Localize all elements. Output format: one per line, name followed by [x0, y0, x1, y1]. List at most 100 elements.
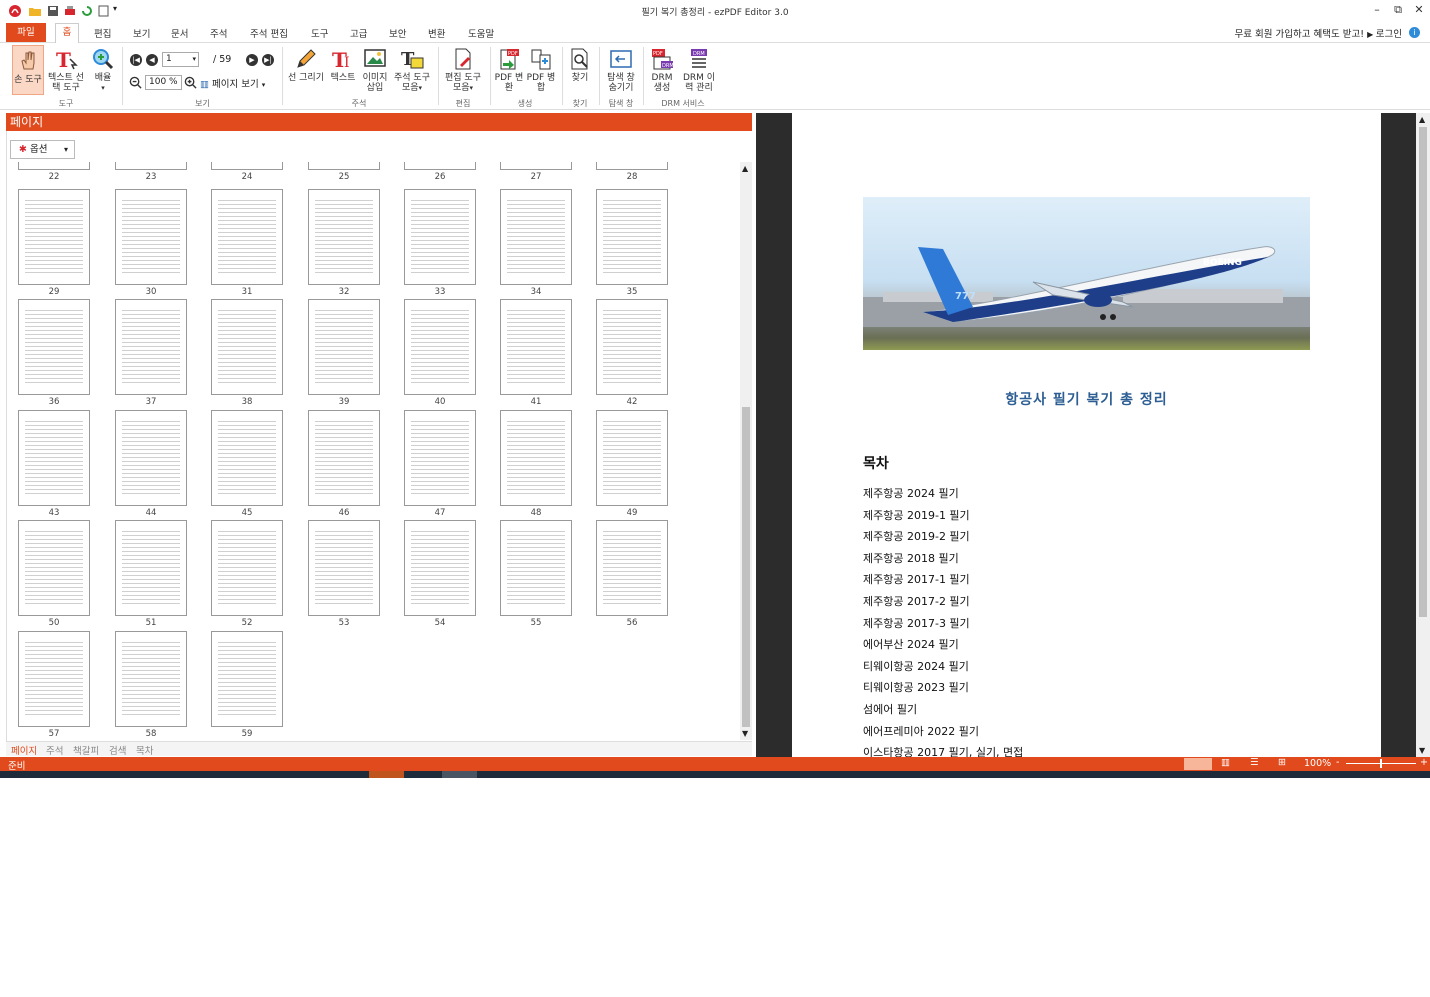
options-button[interactable]: ✱ 옵션 ▾	[10, 140, 75, 159]
toc-item[interactable]: 티웨이항공 2024 필기	[863, 658, 969, 674]
tab-help[interactable]: 도움말	[468, 26, 494, 40]
page-thumbnail[interactable]	[211, 189, 283, 285]
taskbar-item[interactable]	[369, 771, 404, 778]
page-thumbnail[interactable]	[18, 520, 90, 616]
zoom-out-button[interactable]: -	[1336, 757, 1339, 768]
page-thumbnail[interactable]	[596, 162, 668, 170]
text-button[interactable]: TI 텍스트	[328, 47, 358, 83]
page-thumbnail[interactable]	[18, 410, 90, 506]
page-thumbnail[interactable]	[404, 410, 476, 506]
toc-item[interactable]: 섬에어 필기	[863, 701, 917, 717]
page-thumbnail[interactable]	[18, 162, 90, 170]
page-thumbnail[interactable]	[404, 520, 476, 616]
close-button[interactable]: ✕	[1409, 3, 1429, 19]
edit-tools-button[interactable]: 편집 도구 모음▾	[442, 47, 484, 93]
drm-history-button[interactable]: DRM DRM 이력 관리	[679, 47, 719, 93]
tab-search[interactable]: 검색	[109, 743, 126, 757]
page-thumbnail[interactable]	[404, 189, 476, 285]
first-page-icon[interactable]: |◀	[130, 54, 142, 66]
toc-item[interactable]: 제주항공 2017-2 필기	[863, 593, 970, 609]
scrollbar-thumb[interactable]	[742, 407, 750, 727]
info-icon[interactable]: i	[1409, 27, 1420, 38]
toc-item[interactable]: 티웨이항공 2023 필기	[863, 679, 969, 695]
toc-item[interactable]: 제주항공 2018 필기	[863, 550, 959, 566]
document-page[interactable]: BOEING 777 항공사 필기 복기 총 정리 목차 제주항공 2024 필…	[792, 113, 1381, 757]
page-thumbnail[interactable]	[115, 189, 187, 285]
page-view-button[interactable]: ▥ 페이지 보기 ▾	[200, 76, 265, 90]
toc-item[interactable]: 에어프레미아 2022 필기	[863, 723, 979, 739]
toc-item[interactable]: 제주항공 2019-1 필기	[863, 507, 970, 523]
page-thumbnail[interactable]	[308, 299, 380, 395]
page-thumbnail[interactable]	[404, 162, 476, 170]
taskbar-item[interactable]	[442, 771, 477, 778]
page-thumbnail[interactable]	[115, 520, 187, 616]
page-thumbnail[interactable]	[308, 162, 380, 170]
pdf-convert-button[interactable]: PDF PDF 변환	[494, 47, 524, 93]
scroll-down-icon[interactable]: ▼	[742, 729, 748, 738]
thumbnail-scrollbar[interactable]: ▲ ▼	[740, 162, 752, 740]
text-select-tool-button[interactable]: T 텍스트 선택 도구	[46, 47, 86, 93]
page-thumbnail[interactable]	[18, 631, 90, 727]
page-thumbnail[interactable]	[308, 520, 380, 616]
page-thumbnail[interactable]	[18, 299, 90, 395]
prev-page-icon[interactable]: ◀	[146, 54, 158, 66]
page-thumbnail[interactable]	[596, 520, 668, 616]
tab-annotation[interactable]: 주석	[210, 26, 227, 40]
zoom-out-icon[interactable]	[129, 76, 142, 89]
minimize-button[interactable]: –	[1367, 3, 1387, 19]
page-thumbnail[interactable]	[115, 162, 187, 170]
tab-pages[interactable]: 페이지	[11, 743, 37, 757]
find-button[interactable]: 찾기	[566, 47, 594, 83]
login-link[interactable]: 로그인	[1376, 29, 1402, 40]
page-thumbnail[interactable]	[308, 189, 380, 285]
grid-view-icon[interactable]: ⊞	[1278, 757, 1286, 768]
pdf-merge-button[interactable]: PDF 병합	[526, 47, 556, 93]
tab-toc[interactable]: 목차	[136, 743, 153, 757]
page-thumbnail[interactable]	[18, 189, 90, 285]
tab-home[interactable]: 홈	[55, 23, 79, 43]
toc-item[interactable]: 제주항공 2017-1 필기	[863, 571, 970, 587]
single-page-view-icon[interactable]	[1184, 758, 1212, 770]
page-number-input[interactable]: 1 ▾	[162, 52, 199, 67]
document-scrollbar[interactable]: ▲ ▼	[1416, 113, 1430, 757]
page-thumbnail[interactable]	[500, 410, 572, 506]
zoom-slider-handle[interactable]	[1380, 759, 1382, 768]
page-thumbnail[interactable]	[596, 299, 668, 395]
page-thumbnail[interactable]	[596, 410, 668, 506]
page-thumbnail[interactable]	[596, 189, 668, 285]
page-thumbnail[interactable]	[211, 631, 283, 727]
page-thumbnail[interactable]	[500, 189, 572, 285]
tab-annotation-edit[interactable]: 주석 편집	[250, 26, 288, 40]
tab-advanced[interactable]: 고급	[350, 26, 367, 40]
zoom-in-small-icon[interactable]	[184, 76, 197, 89]
tab-tools[interactable]: 도구	[311, 26, 328, 40]
next-page-icon[interactable]: ▶	[246, 54, 258, 66]
annotation-tools-button[interactable]: T 주석 도구 모음▾	[392, 47, 432, 93]
two-page-view-icon[interactable]: ▥	[1221, 757, 1230, 768]
zoom-in-button[interactable]: +	[1420, 757, 1428, 768]
tab-edit[interactable]: 편집	[94, 26, 111, 40]
toc-item[interactable]: 제주항공 2024 필기	[863, 485, 959, 501]
tab-convert[interactable]: 변환	[428, 26, 445, 40]
page-thumbnail[interactable]	[308, 410, 380, 506]
toc-item[interactable]: 에어부산 2024 필기	[863, 636, 959, 652]
tab-document[interactable]: 문서	[171, 26, 188, 40]
page-thumbnail[interactable]	[211, 410, 283, 506]
continuous-view-icon[interactable]: ☰	[1250, 757, 1259, 768]
toc-item[interactable]: 제주항공 2019-2 필기	[863, 528, 970, 544]
drm-create-button[interactable]: PDF DRM DRM 생성	[647, 47, 677, 93]
restore-button[interactable]: ⧉	[1388, 3, 1408, 19]
page-thumbnail[interactable]	[115, 410, 187, 506]
zoom-input[interactable]: 100 %	[145, 75, 182, 90]
tab-security[interactable]: 보안	[389, 26, 406, 40]
scroll-down-icon[interactable]: ▼	[1419, 746, 1425, 755]
tab-view[interactable]: 보기	[133, 26, 150, 40]
promo-link[interactable]: 무료 회원 가입하고 혜택도 받고!	[1235, 29, 1365, 40]
page-thumbnail[interactable]	[115, 631, 187, 727]
line-draw-button[interactable]: 선 그리기	[286, 47, 326, 83]
toc-item[interactable]: 이스타항공 2017 필기, 실기, 면접	[863, 744, 1023, 757]
tab-bookmarks[interactable]: 책갈피	[73, 743, 99, 757]
page-thumbnail[interactable]	[500, 162, 572, 170]
toc-item[interactable]: 제주항공 2017-3 필기	[863, 615, 970, 631]
scrollbar-thumb[interactable]	[1419, 127, 1427, 617]
